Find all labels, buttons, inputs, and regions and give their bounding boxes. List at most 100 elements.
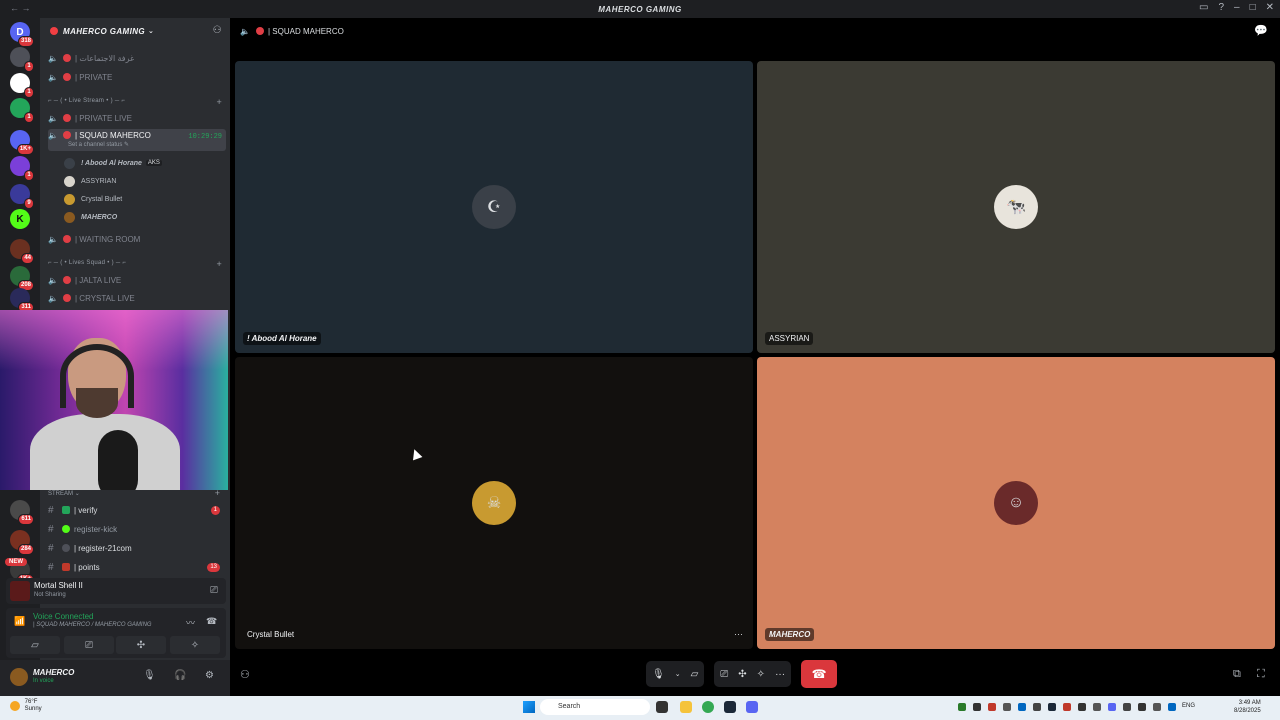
task-view-icon[interactable] [656, 701, 668, 713]
voice-channel-squad-maherco[interactable]: 🔈 | SQUAD MAHERCO 10:29:29 Set a channel… [48, 129, 226, 151]
category-live-stream[interactable]: ⌐ ─ ( • Live Stream • ) ─ ⌐ + [48, 97, 226, 107]
voice-location[interactable]: | SQUAD MAHERCO / MAHERCO GAMING [33, 622, 152, 628]
server-icon[interactable]: 1 [10, 73, 34, 98]
tray-icon[interactable] [973, 703, 981, 711]
more-options-icon[interactable]: ··· [734, 629, 743, 639]
tray-icon[interactable] [1123, 703, 1131, 711]
disconnect-icon[interactable]: ☎ [206, 616, 217, 627]
camera-off-icon[interactable]: ▱ [691, 669, 699, 680]
add-channel-icon[interactable]: + [215, 488, 220, 498]
microphone-icon[interactable]: 🎙 [652, 669, 665, 680]
participant-tile[interactable]: 🐄 ASSYRIAN [757, 61, 1275, 353]
guild-header[interactable]: MAHERCO GAMING ⌄ ⚇ [40, 18, 230, 44]
noise-suppression-icon[interactable]: 〰 [186, 616, 195, 629]
add-channel-icon[interactable]: + [216, 259, 222, 269]
tray-icon[interactable] [1033, 703, 1041, 711]
headphones-icon[interactable]: 🎧 [174, 670, 186, 681]
activities-button[interactable]: ✣ [116, 636, 166, 654]
text-channel[interactable]: # | verify 1 [48, 502, 226, 518]
screen-share-icon[interactable]: ⎚ [720, 669, 728, 680]
tray-icon[interactable] [1093, 703, 1101, 711]
chevron-down-icon[interactable]: ⌄ [675, 670, 681, 678]
steam-icon[interactable] [724, 701, 736, 713]
gear-icon[interactable]: ⚙ [205, 670, 214, 681]
tray-icon[interactable] [1138, 703, 1146, 711]
help-icon[interactable]: ? [1218, 2, 1224, 13]
tray-icon[interactable] [988, 703, 996, 711]
voice-member[interactable]: MAHERCO [64, 210, 117, 224]
tray-icon[interactable] [1168, 703, 1176, 711]
discord-icon[interactable] [746, 701, 758, 713]
minimize-button[interactable]: – [1234, 2, 1240, 13]
screen-share-button[interactable]: ⎚ [64, 636, 114, 654]
language-indicator[interactable]: ENG [1182, 703, 1195, 709]
server-icon[interactable]: 284 [10, 530, 34, 555]
server-icon[interactable]: 44 [10, 239, 34, 264]
windows-start-icon[interactable] [523, 701, 535, 713]
soundboard-button[interactable]: ✧ [170, 636, 220, 654]
voice-channel-private[interactable]: 🔈 | PRIVATE [48, 69, 226, 85]
close-button[interactable]: ✕ [1266, 2, 1274, 13]
add-friend-icon[interactable]: ⚇ [240, 668, 250, 681]
server-icon[interactable]: K [10, 209, 30, 229]
popout-icon[interactable]: ⧉ [1233, 668, 1241, 681]
screen-share-icon[interactable]: ⎚ [210, 585, 218, 596]
taskbar-search[interactable]: Search [540, 699, 650, 715]
weather-widget[interactable]: 76°F Sunny [10, 699, 42, 713]
tray-icon[interactable] [1048, 703, 1056, 711]
tray-icon[interactable] [1108, 703, 1116, 711]
server-badge: 44 [21, 253, 34, 264]
voice-channel-private-live[interactable]: 🔈 | PRIVATE LIVE [48, 110, 226, 126]
tray-icon[interactable] [1003, 703, 1011, 711]
participant-tile[interactable]: ☪ ! Abood Al Horane [235, 61, 753, 353]
text-channel[interactable]: # | points 13 [48, 559, 226, 575]
voice-channel-jalta-live[interactable]: 🔈 | JALTA LIVE [48, 272, 226, 288]
clock[interactable]: 3:49 AM 8/28/2025 [1234, 699, 1261, 715]
voice-channel-waiting-room[interactable]: 🔈 | WAITING ROOM [48, 231, 226, 247]
chat-icon[interactable]: 💬 [1254, 24, 1268, 37]
server-icon[interactable]: D 318 [10, 22, 34, 47]
signal-icon[interactable]: 📶 [14, 616, 25, 627]
server-icon[interactable]: 311 [10, 288, 34, 313]
participant-tile[interactable]: ☺ MAHERCO [757, 357, 1275, 649]
server-icon[interactable]: 1 [10, 156, 34, 181]
tray-icon[interactable] [1063, 703, 1071, 711]
server-icon[interactable]: 1K+ [10, 130, 34, 155]
server-icon[interactable]: 208 [10, 266, 34, 291]
category-lives-squad[interactable]: ⌐ ─ ( • Lives Squad • ) ─ ⌐ + [48, 259, 226, 269]
tray-icon[interactable] [1018, 703, 1026, 711]
tray-icon[interactable] [958, 703, 966, 711]
avatar[interactable] [10, 668, 28, 686]
category-stream[interactable]: STREAM ⌄ + [48, 488, 226, 498]
file-explorer-icon[interactable] [680, 701, 692, 713]
text-channel[interactable]: # | register-21com [48, 540, 226, 556]
inbox-icon[interactable]: ▭ [1199, 2, 1208, 13]
camera-button[interactable]: ▱ [10, 636, 60, 654]
server-icon[interactable]: 611 [10, 500, 34, 525]
server-icon[interactable]: 9 [10, 184, 34, 209]
voice-member[interactable]: ! Abood Al Horane AKS [64, 156, 162, 170]
disconnect-button[interactable]: ☎ [801, 660, 838, 688]
participant-tile[interactable]: ☠ Crystal Bullet ··· [235, 357, 753, 649]
channel-emoji [63, 73, 71, 81]
server-icon[interactable]: 1 [10, 47, 34, 72]
voice-channel-crystal-live[interactable]: 🔈 | CRYSTAL LIVE [48, 290, 226, 306]
tray-icon[interactable] [1153, 703, 1161, 711]
chrome-icon[interactable] [702, 701, 714, 713]
text-channel[interactable]: # register-kick [48, 521, 226, 537]
more-options-icon[interactable]: ··· [775, 669, 785, 680]
new-badge: NEW [5, 558, 27, 566]
fullscreen-icon[interactable]: ⛶ [1257, 668, 1265, 681]
tray-icon[interactable] [1078, 703, 1086, 711]
soundboard-icon[interactable]: ✧ [757, 669, 765, 680]
invite-icon[interactable]: ⚇ [213, 25, 222, 36]
microphone-icon[interactable]: 🎙 [143, 670, 156, 681]
voice-member[interactable]: Crystal Bullet [64, 192, 122, 206]
voice-channel-meeting-room[interactable]: 🔈 | غرفة الاجتماعات [48, 50, 226, 66]
activities-icon[interactable]: ✣ [738, 669, 746, 680]
server-icon[interactable]: 1 [10, 98, 34, 123]
maximize-button[interactable]: □ [1250, 2, 1256, 13]
add-channel-icon[interactable]: + [216, 97, 222, 107]
channel-status[interactable]: Set a channel status ✎ [68, 141, 129, 148]
voice-member[interactable]: ASSYRIAN [64, 174, 116, 188]
